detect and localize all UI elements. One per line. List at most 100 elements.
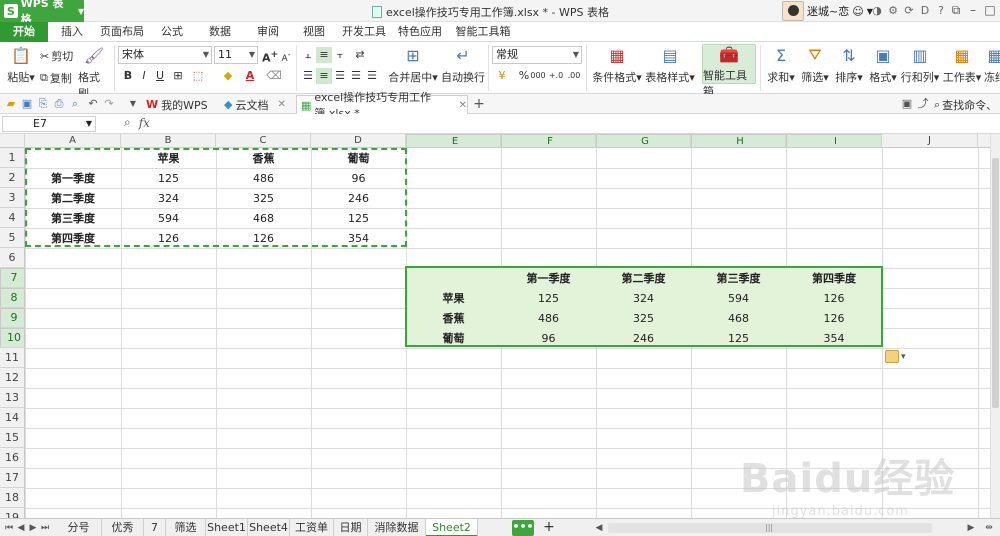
merge-center-button[interactable]: ⊞ 合并居中▾ [386, 44, 440, 85]
grow-font-button[interactable]: A+ [262, 47, 278, 65]
underline-button[interactable]: U [152, 68, 168, 84]
cut-button[interactable]: ✂ 剪切 [40, 48, 73, 64]
sheet-tab[interactable]: Sheet2 [426, 519, 478, 536]
file-tab-workbook[interactable]: ▦ excel操作技巧专用工作簿.xlsx * ✕ [296, 91, 468, 120]
column-header[interactable]: J [882, 134, 978, 148]
settings-icon[interactable]: ⚙ [886, 4, 900, 18]
prev-sheet-icon[interactable]: ◀ [16, 521, 26, 535]
column-header[interactable]: A [25, 134, 121, 148]
tab-formulas[interactable]: 公式 [156, 22, 188, 42]
cell[interactable]: 96 [501, 328, 596, 348]
cell[interactable] [25, 148, 121, 168]
row-header[interactable]: 8 [0, 288, 25, 308]
row-header[interactable]: 13 [0, 388, 25, 408]
cell[interactable]: 第二季度 [25, 188, 121, 208]
rows-cols-button[interactable]: ▥ 行和列▾ [900, 44, 940, 85]
scroll-thumb[interactable] [992, 158, 999, 408]
theme-icon[interactable]: D [918, 4, 932, 18]
cell[interactable]: 苹果 [121, 148, 216, 168]
add-sheet-button[interactable]: + [542, 519, 556, 536]
align-middle-icon[interactable]: ≡ [316, 47, 332, 63]
close-icon[interactable]: ✕ [459, 100, 467, 111]
scroll-right-icon[interactable]: ▶ [966, 521, 976, 535]
app-menu-button[interactable]: S WPS 表格 ▼ [0, 0, 84, 26]
tab-insert[interactable]: 插入 [56, 22, 88, 42]
skin-icon[interactable]: ◑ [870, 4, 884, 18]
cell[interactable]: 125 [311, 208, 406, 228]
tab-special[interactable]: 特色应用 [396, 22, 444, 42]
cell[interactable]: 126 [786, 288, 882, 308]
cell[interactable]: 126 [216, 228, 311, 248]
sheet-tab[interactable]: 消除数据 [368, 519, 426, 536]
row-header[interactable]: 1 [0, 148, 25, 168]
cell[interactable]: 第三季度 [691, 268, 786, 288]
column-header[interactable]: D [311, 134, 406, 148]
tab-page-layout[interactable]: 页面布局 [98, 22, 146, 42]
increase-decimal-button[interactable]: +.0 [548, 68, 564, 84]
close-icon[interactable]: ✕ [277, 99, 285, 110]
cell[interactable]: 第二季度 [596, 268, 691, 288]
cell[interactable]: 468 [691, 308, 786, 328]
row-header[interactable]: 12 [0, 368, 25, 388]
table-style-button[interactable]: ▤ 表格样式▾ [644, 44, 696, 85]
smart-toolbox-button[interactable]: 🧰 智能工具箱 [702, 44, 756, 98]
customize-icon[interactable]: ▼ [126, 97, 140, 111]
search-command[interactable]: ⌕ 查找命令、 [934, 97, 997, 113]
row-header[interactable]: 7 [0, 268, 25, 288]
align-top-icon[interactable]: ⫠ [300, 47, 316, 63]
cell[interactable]: 325 [596, 308, 691, 328]
freeze-button[interactable]: ▦ 冻结 [984, 44, 1000, 85]
copy-button[interactable]: ⧉ 复制 [40, 70, 72, 86]
paste-options-button[interactable]: ▾ [885, 350, 906, 363]
function-icon[interactable]: fx [139, 116, 150, 130]
row-header[interactable]: 14 [0, 408, 25, 428]
font-size-select[interactable]: 11 ▼ [214, 46, 258, 64]
conditional-format-button[interactable]: ▦ 条件格式▾ [590, 44, 644, 85]
cell[interactable]: 第一季度 [25, 168, 121, 188]
row-header[interactable]: 3 [0, 188, 25, 208]
cell[interactable]: 葡萄 [311, 148, 406, 168]
column-header[interactable]: G [596, 134, 691, 148]
cell[interactable]: 香蕉 [406, 308, 501, 328]
cell[interactable]: 126 [786, 308, 882, 328]
cell[interactable]: 486 [501, 308, 596, 328]
fill-color-icon[interactable]: ◆ [220, 68, 236, 84]
help-icon[interactable]: ? [934, 4, 948, 18]
select-all-corner[interactable] [0, 134, 25, 148]
row-header[interactable]: 15 [0, 428, 25, 448]
align-left-icon[interactable]: ☰ [300, 68, 316, 84]
shrink-font-button[interactable]: A- [278, 47, 294, 64]
cell[interactable]: 第三季度 [25, 208, 121, 228]
cell[interactable]: 香蕉 [216, 148, 311, 168]
cell[interactable]: 第一季度 [501, 268, 596, 288]
next-sheet-icon[interactable]: ▶ [28, 521, 38, 535]
sheet-tab[interactable]: 筛选 [166, 519, 206, 536]
tab-smart-toolbox[interactable]: 智能工具箱 [452, 22, 514, 42]
filter-button[interactable]: ⛛ 筛选▾ [798, 44, 832, 85]
sheet-tab[interactable]: Sheet4 [248, 519, 290, 536]
cell[interactable]: 246 [596, 328, 691, 348]
sheet-tab[interactable]: Sheet1 [206, 519, 248, 536]
last-sheet-icon[interactable]: ⏭ [40, 521, 50, 535]
cell[interactable]: 125 [691, 328, 786, 348]
cell[interactable]: 126 [121, 228, 216, 248]
vertical-scrollbar[interactable] [990, 134, 1000, 518]
font-name-select[interactable]: 宋体 ▼ [118, 46, 212, 64]
distribute-icon[interactable]: ☰ [364, 68, 380, 84]
save-icon[interactable]: ▣ [20, 97, 34, 111]
column-header[interactable]: E [406, 134, 501, 148]
sort-button[interactable]: ⇅ 排序▾ [832, 44, 866, 85]
comma-button[interactable]: 000 [530, 68, 546, 84]
print-preview-icon[interactable]: ⌕ [68, 97, 82, 111]
restore-window-icon[interactable]: ⧉ [948, 2, 964, 18]
share-icon[interactable]: ⟳ [902, 4, 916, 18]
cell[interactable] [406, 268, 501, 288]
sheet-tab[interactable]: 优秀 [102, 519, 144, 536]
cell[interactable]: 葡萄 [406, 328, 501, 348]
cell[interactable]: 125 [121, 168, 216, 188]
first-sheet-icon[interactable]: ⏮ [4, 521, 14, 535]
row-header[interactable]: 18 [0, 488, 25, 508]
split-icon[interactable]: ⇹ [984, 521, 994, 535]
spreadsheet-grid[interactable]: A B C D E F G H I J 1 2 3 4 5 6 7 8 9 10 11 12 13 14 1… [0, 134, 990, 518]
orientation-icon[interactable]: ⇄ [352, 47, 368, 63]
